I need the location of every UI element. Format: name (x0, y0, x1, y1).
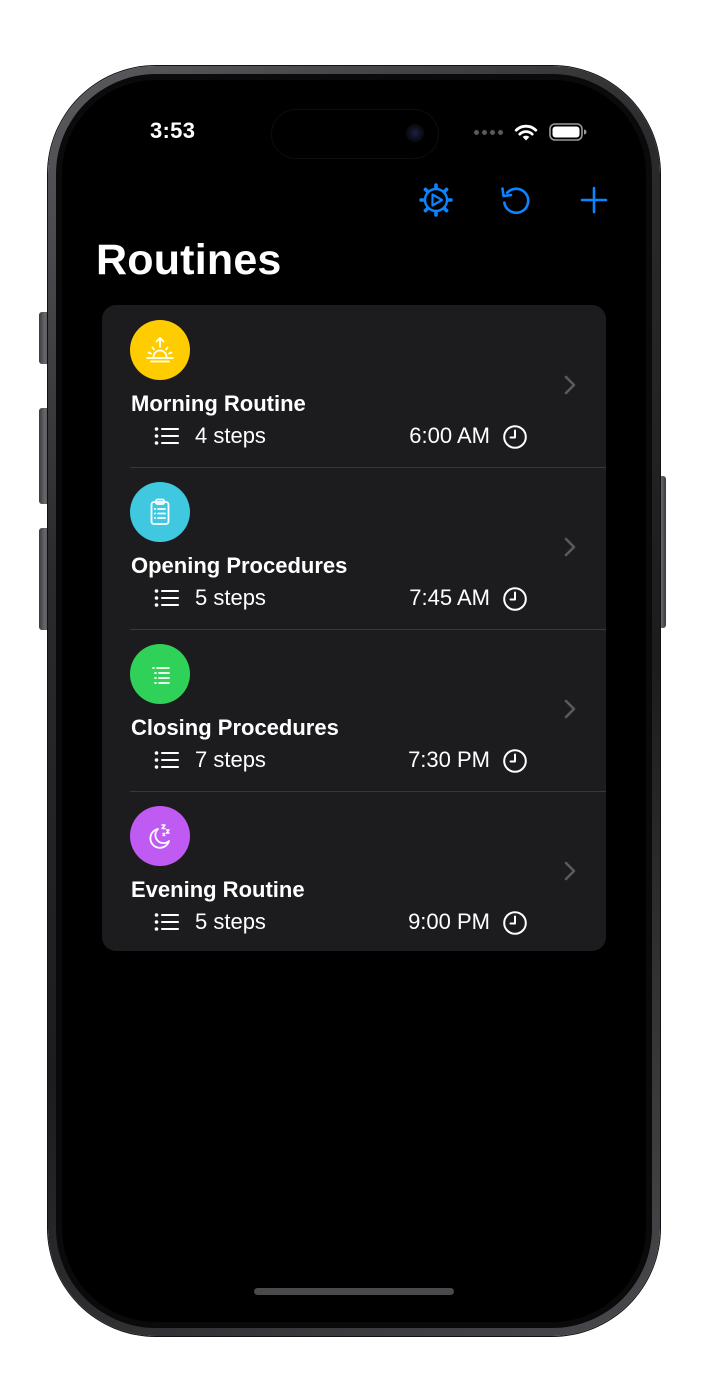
routine-title: Morning Routine (131, 391, 306, 416)
routine-step-count: 4 steps (195, 423, 266, 448)
list-icon (152, 667, 170, 684)
cellular-dots-icon (474, 129, 503, 135)
routine-icon-badge (130, 806, 190, 866)
list-bullet-icon (154, 427, 179, 445)
list-bullet-icon (154, 589, 179, 607)
routine-step-count: 5 steps (195, 585, 266, 610)
routine-meta: 5 steps 7:45 AM (154, 585, 528, 613)
routine-icon-badge (130, 482, 190, 542)
plus-icon (580, 186, 608, 214)
routine-time: 9:00 PM (408, 909, 490, 934)
dynamic-island (272, 110, 438, 158)
routine-list: Morning Routine 4 steps 6:00 AM Opening … (102, 305, 606, 951)
sunrise-icon (146, 337, 174, 363)
gear-play-icon (419, 183, 453, 217)
routine-time: 6:00 AM (409, 423, 490, 448)
add-routine-button[interactable] (574, 180, 614, 220)
clock-icon (503, 911, 527, 935)
routine-time: 7:30 PM (408, 747, 490, 772)
routine-icon-badge (130, 320, 190, 380)
refresh-icon (501, 187, 530, 215)
screen: 3:53 Routines Morning Routine 4 steps 6:… (62, 80, 646, 1322)
status-indicators (474, 122, 587, 142)
chevron-right-icon (564, 375, 576, 395)
chevron-right-icon (564, 699, 576, 719)
clock-icon (503, 425, 527, 449)
routine-step-count: 7 steps (195, 747, 266, 772)
battery-icon (549, 123, 587, 141)
home-indicator[interactable] (254, 1288, 454, 1295)
routine-step-count: 5 steps (195, 909, 266, 934)
routine-row-evening[interactable]: Evening Routine 5 steps 9:00 PM (102, 791, 606, 951)
routine-title: Opening Procedures (131, 553, 348, 578)
page-title: Routines (96, 236, 282, 284)
clock-icon (503, 749, 527, 773)
chevron-right-icon (564, 861, 576, 881)
refresh-button[interactable] (496, 180, 536, 220)
settings-button[interactable] (416, 180, 456, 220)
list-bullet-icon (154, 751, 179, 769)
device-mockup: 3:53 Routines Morning Routine 4 steps 6:… (0, 0, 709, 1398)
list-bullet-icon (154, 913, 179, 931)
routine-time: 7:45 AM (409, 585, 490, 610)
routine-row-morning[interactable]: Morning Routine 4 steps 6:00 AM (102, 305, 606, 467)
moon-zzz-icon (149, 824, 170, 849)
status-time: 3:53 (150, 118, 196, 143)
routine-row-opening[interactable]: Opening Procedures 5 steps 7:45 AM (102, 467, 606, 629)
chevron-right-icon (564, 537, 576, 557)
routine-icon-badge (130, 644, 190, 704)
routine-title: Evening Routine (131, 877, 305, 902)
routine-meta: 5 steps 9:00 PM (154, 909, 528, 937)
clipboard-icon (150, 498, 170, 525)
wifi-icon (514, 124, 538, 141)
routine-title: Closing Procedures (131, 715, 339, 740)
front-camera (406, 124, 424, 142)
routine-meta: 7 steps 7:30 PM (154, 747, 528, 775)
routine-row-closing[interactable]: Closing Procedures 7 steps 7:30 PM (102, 629, 606, 791)
routine-meta: 4 steps 6:00 AM (154, 423, 528, 451)
clock-icon (503, 587, 527, 611)
